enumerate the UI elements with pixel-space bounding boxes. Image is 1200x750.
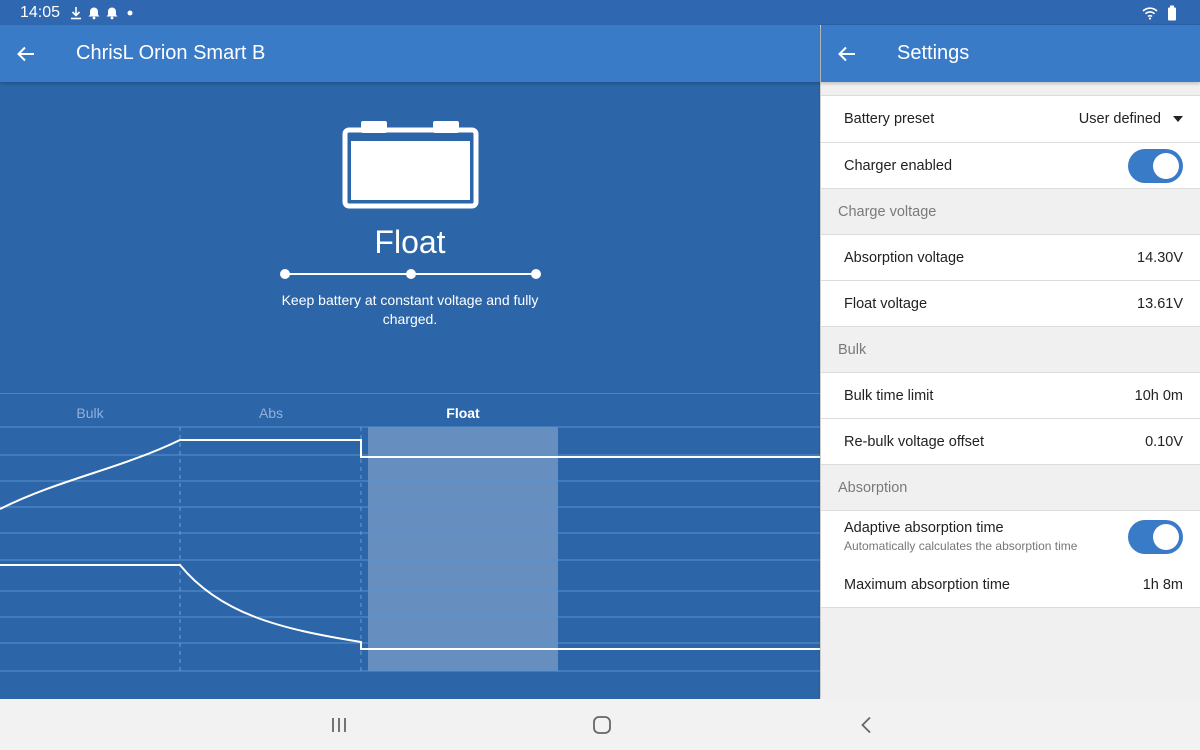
progress-dot	[406, 269, 416, 279]
status-bar-left: 14:05	[0, 0, 820, 25]
active-phase-highlight	[368, 427, 558, 671]
settings-back-button[interactable]	[821, 25, 873, 82]
rebulk-offset-label: Re-bulk voltage offset	[844, 433, 984, 450]
device-app-bar: ChrisL Orion Smart B	[0, 25, 820, 82]
caret-down-icon	[1173, 116, 1183, 122]
bulk-time-limit-label: Bulk time limit	[844, 387, 934, 404]
back-button[interactable]	[0, 25, 52, 82]
arrow-left-icon	[17, 46, 34, 61]
battery-icon	[342, 121, 479, 209]
bell-icon	[104, 5, 120, 21]
battery-preset-row[interactable]: Battery preset User defined	[821, 95, 1200, 142]
section-absorption: Absorption	[821, 464, 1200, 510]
charge-state-name: Float	[374, 224, 446, 260]
wifi-icon	[1142, 5, 1158, 21]
charger-enabled-toggle[interactable]	[1128, 148, 1183, 183]
charger-enabled-label: Charger enabled	[844, 157, 953, 174]
arrow-left-icon	[838, 46, 855, 61]
charge-phase-chart: Bulk Abs Float	[0, 393, 820, 699]
charger-enabled-row[interactable]: Charger enabled	[821, 142, 1200, 188]
state-progress-indicator	[280, 269, 541, 279]
nav-back-button[interactable]	[852, 711, 880, 739]
device-overview-panel: ChrisL Orion Smart B Float Keep battery …	[0, 25, 820, 699]
recent-apps-icon	[332, 718, 346, 732]
status-bar-right	[820, 0, 1200, 25]
settings-list: Battery preset User defined Charger enab…	[821, 95, 1200, 608]
settings-title: Settings	[897, 42, 970, 64]
section-charge-voltage: Charge voltage	[821, 188, 1200, 234]
rebulk-offset-row[interactable]: Re-bulk voltage offset 0.10V	[821, 418, 1200, 464]
float-voltage-label: Float voltage	[844, 295, 928, 312]
battery-preset-dropdown[interactable]: User defined	[1079, 111, 1183, 127]
chevron-left-icon	[861, 716, 871, 734]
dot-icon	[122, 5, 138, 21]
max-absorption-time-value: 1h 8m	[1142, 576, 1183, 593]
absorption-voltage-value: 14.30V	[1137, 249, 1183, 266]
adaptive-absorption-label: Adaptive absorption time	[844, 520, 1004, 536]
absorption-voltage-row[interactable]: Absorption voltage 14.30V	[821, 234, 1200, 280]
system-navigation-bar	[0, 699, 1200, 750]
bulk-time-limit-value: 10h 0m	[1134, 387, 1183, 404]
phase-separators	[179, 427, 362, 671]
toggle-knob	[1153, 523, 1179, 550]
battery-icon	[1164, 5, 1180, 21]
charge-state-area: Float Keep battery at constant voltage a…	[0, 82, 820, 393]
settings-app-bar: Settings	[821, 25, 1200, 82]
battery-preset-value: User defined	[1078, 111, 1161, 127]
float-voltage-row[interactable]: Float voltage 13.61V	[821, 280, 1200, 326]
bulk-time-limit-row[interactable]: Bulk time limit 10h 0m	[821, 372, 1200, 418]
bell-icon	[86, 5, 102, 21]
home-button[interactable]	[588, 711, 616, 739]
absorption-voltage-label: Absorption voltage	[844, 249, 965, 266]
section-bulk: Bulk	[821, 326, 1200, 372]
adaptive-absorption-subtitle: Automatically calculates the absorption …	[844, 539, 1078, 553]
adaptive-absorption-toggle[interactable]	[1128, 519, 1183, 554]
toggle-knob	[1153, 152, 1179, 179]
battery-preset-label: Battery preset	[844, 111, 935, 127]
device-title: ChrisL Orion Smart B	[76, 42, 266, 64]
status-bar: 14:05	[0, 0, 1200, 25]
progress-dot	[531, 269, 541, 279]
download-icon	[68, 5, 84, 21]
adaptive-absorption-text: Adaptive absorption time Automatically c…	[844, 520, 1077, 553]
float-voltage-value: 13.61V	[1137, 295, 1183, 312]
charge-state-description: Keep battery at constant voltage and ful…	[281, 292, 539, 327]
phase-label-float: Float	[446, 405, 480, 421]
phase-label-bulk: Bulk	[76, 405, 104, 421]
charge-curve-graph	[0, 426, 820, 672]
max-absorption-time-label: Maximum absorption time	[844, 576, 1010, 593]
settings-panel: Settings Battery preset User defined Cha…	[821, 25, 1200, 699]
adaptive-absorption-row[interactable]: Adaptive absorption time Automatically c…	[821, 510, 1200, 562]
progress-dot	[280, 269, 290, 279]
recent-apps-button[interactable]	[325, 711, 353, 739]
rebulk-offset-value: 0.10V	[1145, 433, 1183, 450]
max-absorption-time-row[interactable]: Maximum absorption time 1h 8m	[821, 562, 1200, 608]
status-time: 14:05	[20, 3, 61, 21]
home-icon	[593, 716, 611, 734]
phase-label-abs: Abs	[258, 405, 284, 421]
